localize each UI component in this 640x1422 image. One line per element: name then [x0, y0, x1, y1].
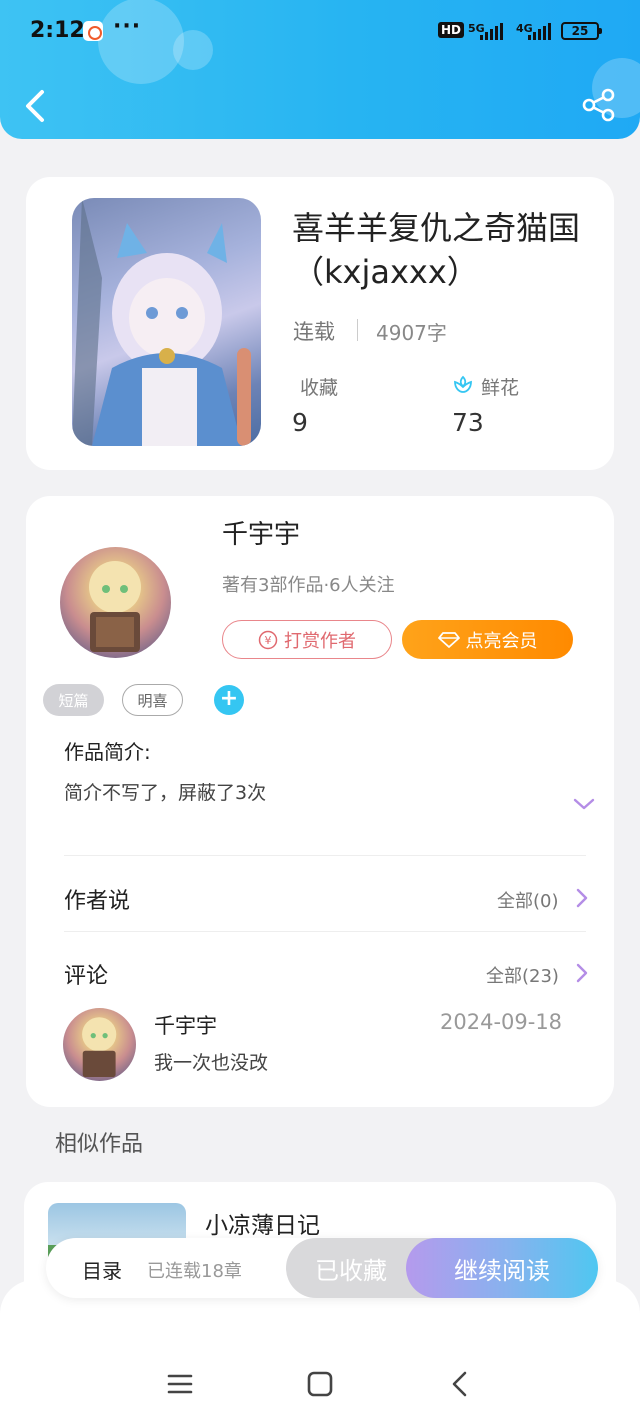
top-header: 2:12 ··· HD 5G 4G 25: [0, 0, 640, 139]
author-meta: 著有3部作品·6人关注: [222, 575, 395, 596]
status-time: 2:12: [30, 18, 85, 43]
intro-heading: 作品简介:: [64, 740, 151, 764]
tag-short-story[interactable]: 短篇: [43, 684, 104, 716]
activate-vip-button[interactable]: 点亮会员: [402, 620, 573, 659]
system-back-icon[interactable]: [440, 1368, 480, 1400]
similar-works-heading: 相似作品: [55, 1132, 144, 1157]
divider: [64, 855, 586, 856]
cover-illustration: [72, 198, 251, 446]
activate-vip-label: 点亮会员: [465, 630, 538, 652]
add-tag-button[interactable]: +: [214, 685, 244, 715]
yen-coin-icon: ¥: [258, 630, 278, 649]
chevron-right-icon[interactable]: [575, 962, 589, 984]
divider: [64, 931, 586, 932]
intro-text: 简介不写了，屏蔽了3次: [64, 782, 267, 804]
continue-reading-button[interactable]: 继续阅读: [406, 1238, 598, 1298]
flowers-count: 73: [452, 408, 484, 437]
tip-author-button[interactable]: ¥ 打赏作者: [222, 620, 392, 659]
meta-divider: [357, 319, 358, 341]
flower-icon: [454, 375, 472, 393]
commenter-name[interactable]: 千宇宇: [154, 1010, 217, 1040]
favorited-label: 已收藏: [315, 1256, 387, 1285]
share-icon[interactable]: [582, 88, 616, 122]
book-title: 喜羊羊复仇之奇猫国（kxjaxxx）: [292, 209, 581, 291]
table-of-contents-button[interactable]: 目录: [82, 1255, 122, 1284]
comment-date: 2024-09-18: [440, 1010, 563, 1034]
battery-icon: 25: [561, 22, 602, 40]
comments-title: 评论: [64, 964, 109, 989]
tip-author-label: 打赏作者: [284, 630, 356, 652]
chevron-right-icon[interactable]: [575, 887, 589, 909]
commenter-avatar[interactable]: [63, 1008, 136, 1081]
more-notifications-icon: ···: [113, 14, 142, 39]
signal-5g-icon: [480, 22, 503, 40]
serial-status: 连载: [293, 320, 335, 344]
author-avatar[interactable]: [60, 547, 171, 658]
diamond-icon: [437, 631, 460, 648]
favorites-label: 收藏: [300, 377, 339, 399]
flowers-label: 鲜花: [481, 377, 520, 399]
home-icon[interactable]: [300, 1368, 340, 1400]
system-nav-bar: [0, 1350, 640, 1422]
author-says-title: 作者说: [64, 889, 131, 914]
app-notification-icon: [83, 21, 103, 41]
similar-work-title[interactable]: 小凉薄日记: [205, 1206, 320, 1240]
continue-reading-label: 继续阅读: [454, 1256, 550, 1285]
hd-voice-icon: HD: [438, 22, 465, 38]
status-bar: 2:12 ··· HD 5G 4G 25: [0, 0, 640, 64]
expand-chevron-down-icon[interactable]: [572, 796, 596, 812]
chapter-count[interactable]: 已连载18章: [147, 1257, 242, 1283]
signal-4g-icon: [528, 22, 551, 40]
back-arrow-icon[interactable]: [20, 86, 52, 126]
avatar-illustration: [89, 561, 141, 652]
svg-text:¥: ¥: [265, 634, 272, 647]
menu-icon[interactable]: [160, 1368, 200, 1400]
author-name[interactable]: 千宇宇: [222, 514, 300, 551]
word-count: 4907字: [376, 321, 447, 345]
author-says-all-link[interactable]: 全部(0): [497, 887, 559, 913]
avatar-illustration: [82, 1017, 117, 1078]
book-cover-image[interactable]: [72, 198, 261, 446]
tag-ming-xi[interactable]: 明喜: [122, 684, 183, 716]
comments-all-link[interactable]: 全部(23): [486, 962, 559, 988]
favorites-count: 9: [292, 408, 308, 437]
comment-text[interactable]: 我一次也没改: [154, 1048, 268, 1075]
